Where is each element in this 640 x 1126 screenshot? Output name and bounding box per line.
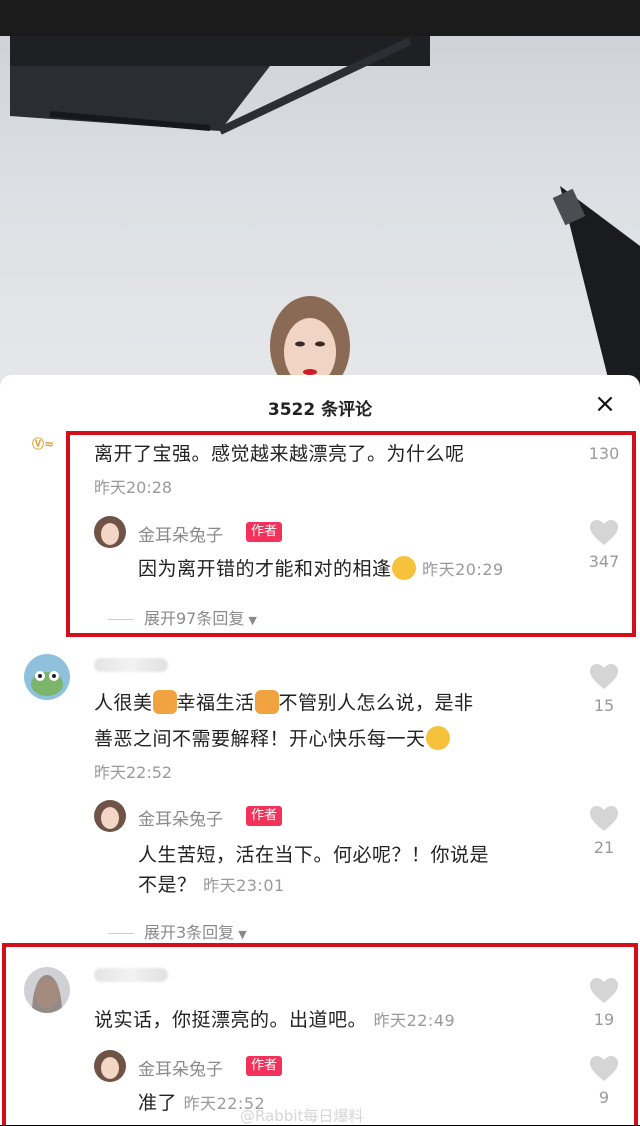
heart-icon <box>590 806 618 831</box>
comment-text-part: 不管别人怎么说，是非 <box>278 692 474 714</box>
reply-text: 人生苦短，活在当下。何必呢？！你说是 <box>138 844 490 866</box>
heart-icon <box>590 664 618 689</box>
highlight-box <box>2 943 638 1125</box>
comment-text-part: 幸福生活 <box>176 692 255 714</box>
comment-text: 善恶之间不需要解释！开心快乐每一天 <box>94 722 450 756</box>
comment-text-part: 人很美 <box>94 692 153 714</box>
username-blurred <box>94 658 168 672</box>
comment-text-part: 善恶之间不需要解释！开心快乐每一天 <box>94 728 426 750</box>
expand-replies-button[interactable]: 展开3条回复 ▼ <box>108 919 247 943</box>
reply-author-name[interactable]: 金耳朵兔子 <box>138 805 223 830</box>
like-count: 15 <box>593 696 615 715</box>
comment-count-title: 3522 条评论 <box>267 400 373 420</box>
studio-umbrella-image <box>552 186 640 396</box>
like-button[interactable]: 21 <box>584 806 624 857</box>
avatar[interactable]: Ⓥ≈ <box>30 432 66 454</box>
close-button[interactable]: × <box>590 389 620 419</box>
reply-text: 不是？ 昨天23:01 <box>138 868 285 903</box>
svg-text:Ⓥ≈: Ⓥ≈ <box>32 436 54 451</box>
clapping-emoji-icon <box>254 689 279 714</box>
expand-replies-label: 展开3条回复 <box>144 923 235 942</box>
status-bar <box>0 0 640 36</box>
like-count: 21 <box>593 838 615 857</box>
lighting-rig-image <box>10 36 430 135</box>
thumbs-up-emoji-icon <box>152 689 177 714</box>
reply-text-part: 不是？ <box>138 874 197 896</box>
video-background <box>0 36 640 396</box>
sheet-header: 3522 条评论 × <box>0 375 640 437</box>
highlight-box <box>66 431 636 637</box>
avatar[interactable] <box>94 800 126 832</box>
caret-down-icon: ▼ <box>238 928 247 941</box>
comment-text: 人很美 幸福生活 不管别人怎么说，是非 <box>94 686 474 720</box>
divider <box>108 933 134 934</box>
comment-time: 昨天22:52 <box>94 763 173 782</box>
avatar[interactable] <box>24 654 70 700</box>
grin-emoji-icon <box>425 725 450 750</box>
like-button[interactable]: 15 <box>584 664 624 715</box>
author-badge: 作者 <box>246 806 283 826</box>
reply-time: 昨天23:01 <box>203 876 285 895</box>
